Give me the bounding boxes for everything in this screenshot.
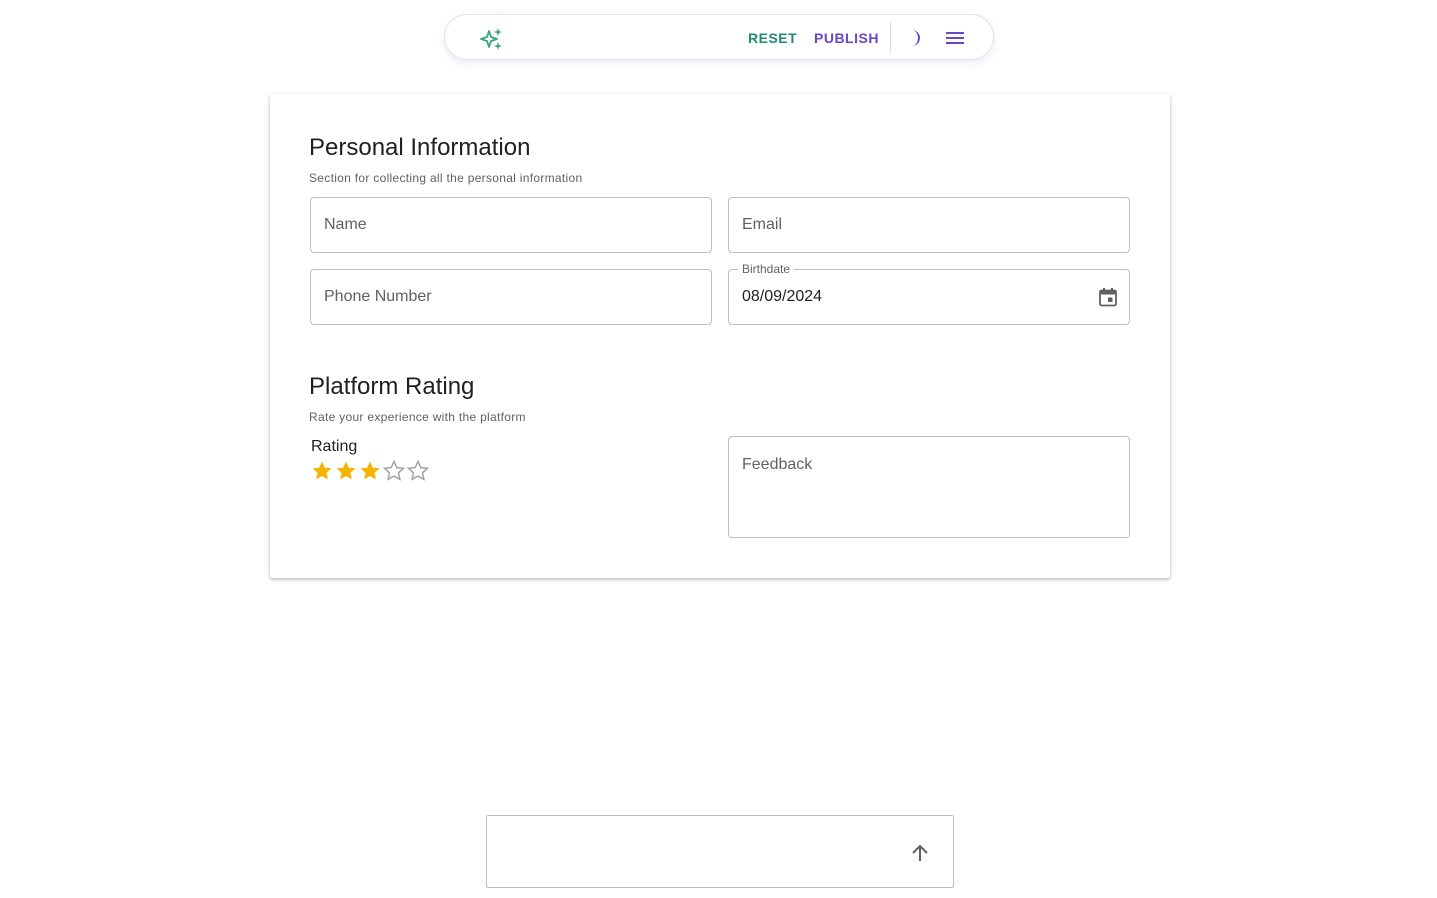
email-placeholder: Email — [742, 216, 783, 233]
personal-info-title: Personal Information — [309, 134, 531, 161]
chat-input[interactable] — [486, 815, 954, 888]
form-card: Personal Information Section for collect… — [270, 94, 1170, 578]
name-placeholder: Name — [324, 216, 367, 233]
star-filled-icon[interactable] — [334, 459, 358, 483]
star-empty-icon[interactable] — [406, 459, 430, 483]
platform-rating-subtitle: Rate your experience with the platform — [309, 410, 526, 424]
phone-placeholder: Phone Number — [324, 288, 432, 305]
moon-icon[interactable] — [905, 29, 923, 47]
email-field[interactable]: Email — [728, 197, 1130, 253]
star-empty-icon[interactable] — [382, 459, 406, 483]
rating-label: Rating — [311, 438, 358, 455]
sparkle-icon[interactable] — [479, 27, 503, 51]
birthdate-field[interactable]: Birthdate 08/09/2024 — [728, 262, 1130, 325]
calendar-icon[interactable] — [1098, 287, 1118, 307]
arrow-up-icon[interactable] — [909, 842, 931, 864]
star-rating[interactable] — [310, 459, 430, 483]
feedback-placeholder: Feedback — [742, 456, 813, 473]
feedback-field[interactable]: Feedback — [728, 436, 1130, 538]
star-filled-icon[interactable] — [358, 459, 382, 483]
name-field[interactable]: Name — [310, 197, 712, 253]
platform-rating-title: Platform Rating — [309, 373, 475, 400]
menu-icon[interactable] — [945, 29, 965, 47]
star-filled-icon[interactable] — [310, 459, 334, 483]
toolbar-divider — [890, 22, 891, 54]
top-toolbar: RESET PUBLISH — [444, 14, 994, 60]
reset-button[interactable]: RESET — [748, 28, 797, 48]
personal-info-subtitle: Section for collecting all the personal … — [309, 171, 583, 185]
publish-button[interactable]: PUBLISH — [814, 28, 879, 48]
birthdate-value: 08/09/2024 — [742, 288, 823, 305]
birthdate-label: Birthdate — [738, 262, 795, 276]
phone-field[interactable]: Phone Number — [310, 269, 712, 325]
